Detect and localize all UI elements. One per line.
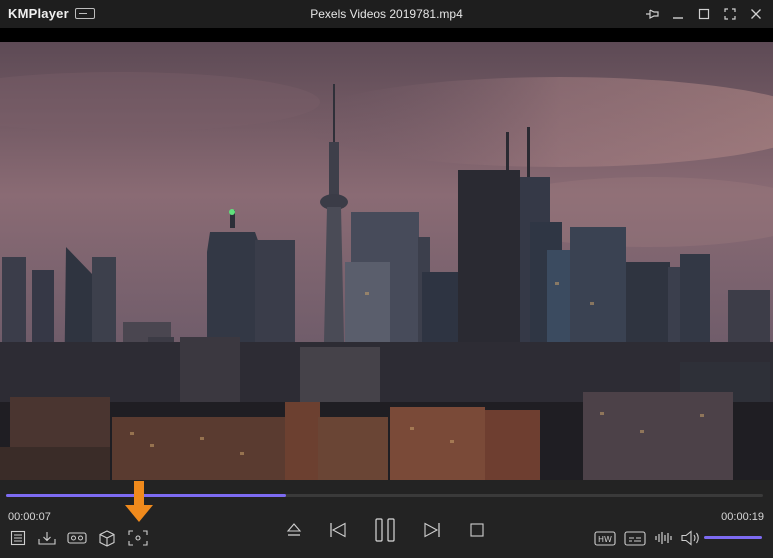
city-skyline-image bbox=[0, 42, 773, 480]
vr-icon[interactable] bbox=[66, 528, 88, 548]
subtitle-icon[interactable] bbox=[623, 528, 647, 548]
playlist-icon[interactable] bbox=[8, 528, 28, 548]
pause-icon[interactable] bbox=[372, 517, 398, 543]
download-icon[interactable] bbox=[37, 528, 57, 548]
maximize-icon[interactable] bbox=[693, 4, 715, 24]
stop-icon[interactable] bbox=[467, 520, 487, 540]
pin-icon[interactable] bbox=[641, 4, 663, 24]
hw-decoder-icon[interactable]: HW bbox=[593, 528, 617, 548]
speaker-icon[interactable] bbox=[680, 528, 702, 548]
volume-slider[interactable] bbox=[704, 536, 762, 539]
audio-wave-icon[interactable] bbox=[653, 528, 675, 548]
control-bar: 00:00:07 00:00:19 HW bbox=[0, 480, 773, 558]
total-time: 00:00:19 bbox=[721, 511, 764, 523]
3d-box-icon[interactable] bbox=[97, 528, 117, 548]
video-frame[interactable] bbox=[0, 42, 773, 480]
title-bar: KMPlayer Pexels Videos 2019781.mp4 bbox=[0, 0, 773, 28]
hw-label: HW bbox=[598, 535, 612, 544]
next-icon[interactable] bbox=[421, 520, 443, 540]
elapsed-time: 00:00:07 bbox=[8, 511, 51, 523]
screen-capture-icon[interactable] bbox=[126, 528, 150, 548]
minimize-icon[interactable] bbox=[667, 4, 689, 24]
window-controls bbox=[641, 4, 767, 24]
eject-icon[interactable] bbox=[284, 520, 304, 540]
orange-arrow-icon bbox=[124, 481, 154, 523]
previous-icon[interactable] bbox=[327, 520, 349, 540]
seek-bar[interactable] bbox=[6, 494, 763, 497]
video-letterbox bbox=[0, 28, 773, 42]
close-icon[interactable] bbox=[745, 4, 767, 24]
fullscreen-icon[interactable] bbox=[719, 4, 741, 24]
